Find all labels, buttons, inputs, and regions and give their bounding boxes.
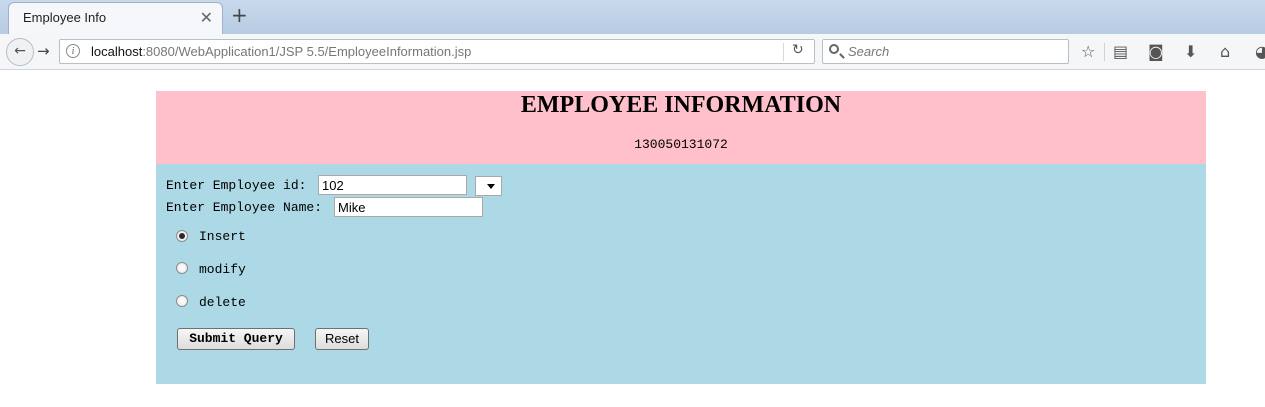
forward-icon[interactable]: →	[37, 42, 50, 60]
url-path: :8080/WebApplication1/JSP 5.5/EmployeeIn…	[142, 44, 472, 59]
employee-id-dropdown[interactable]	[475, 176, 502, 196]
tab-bar: Employee Info ✕ +	[0, 0, 1265, 34]
page-title: EMPLOYEE INFORMATION	[520, 92, 842, 118]
browser-tab[interactable]: Employee Info ✕	[8, 2, 223, 34]
url-host: localhost	[91, 44, 143, 59]
search-icon	[829, 44, 839, 54]
reading-list-icon[interactable]: ▤	[1113, 42, 1128, 61]
url-divider	[783, 43, 784, 61]
close-tab-icon[interactable]: ✕	[200, 8, 213, 27]
employee-form: Enter Employee id: Enter Employee Name: …	[156, 164, 1206, 384]
pocket-icon[interactable]: ◙	[1148, 42, 1164, 61]
new-tab-icon[interactable]: +	[231, 3, 248, 27]
toolbar-divider	[1104, 43, 1105, 61]
reload-icon[interactable]: ↻	[792, 42, 804, 58]
modify-radio[interactable]	[176, 262, 188, 274]
delete-label: delete	[199, 295, 246, 310]
insert-label: Insert	[199, 229, 246, 244]
search-placeholder: Search	[848, 44, 890, 59]
insert-radio[interactable]	[176, 230, 188, 242]
delete-radio[interactable]	[176, 295, 188, 307]
employee-name-input[interactable]	[334, 197, 483, 217]
modify-label: modify	[199, 262, 246, 277]
navigation-bar: ← → i localhost:8080/WebApplication1/JSP…	[0, 34, 1265, 70]
submit-query-button[interactable]: Submit Query	[177, 328, 295, 350]
home-icon[interactable]: ⌂	[1220, 42, 1230, 61]
tab-title: Employee Info	[23, 10, 107, 25]
employee-id-label: Enter Employee id:	[166, 178, 307, 193]
url-text: localhost:8080/WebApplication1/JSP 5.5/E…	[91, 44, 471, 59]
enrollment-number: 130050131072	[634, 137, 728, 152]
chevron-down-icon	[487, 184, 495, 189]
employee-name-label: Enter Employee Name:	[166, 200, 323, 215]
chat-icon[interactable]: ◕	[1255, 42, 1265, 61]
info-icon[interactable]: i	[66, 44, 80, 58]
back-icon[interactable]: ←	[6, 38, 34, 66]
download-icon[interactable]: ⬇	[1184, 42, 1197, 61]
page-header: EMPLOYEE INFORMATION 130050131072	[156, 91, 1206, 164]
search-input[interactable]: Search	[822, 39, 1069, 64]
address-bar[interactable]: i localhost:8080/WebApplication1/JSP 5.5…	[59, 39, 815, 64]
bookmark-star-icon[interactable]: ☆	[1081, 42, 1095, 61]
reset-button[interactable]: Reset	[315, 328, 369, 350]
employee-id-input[interactable]	[318, 175, 467, 195]
